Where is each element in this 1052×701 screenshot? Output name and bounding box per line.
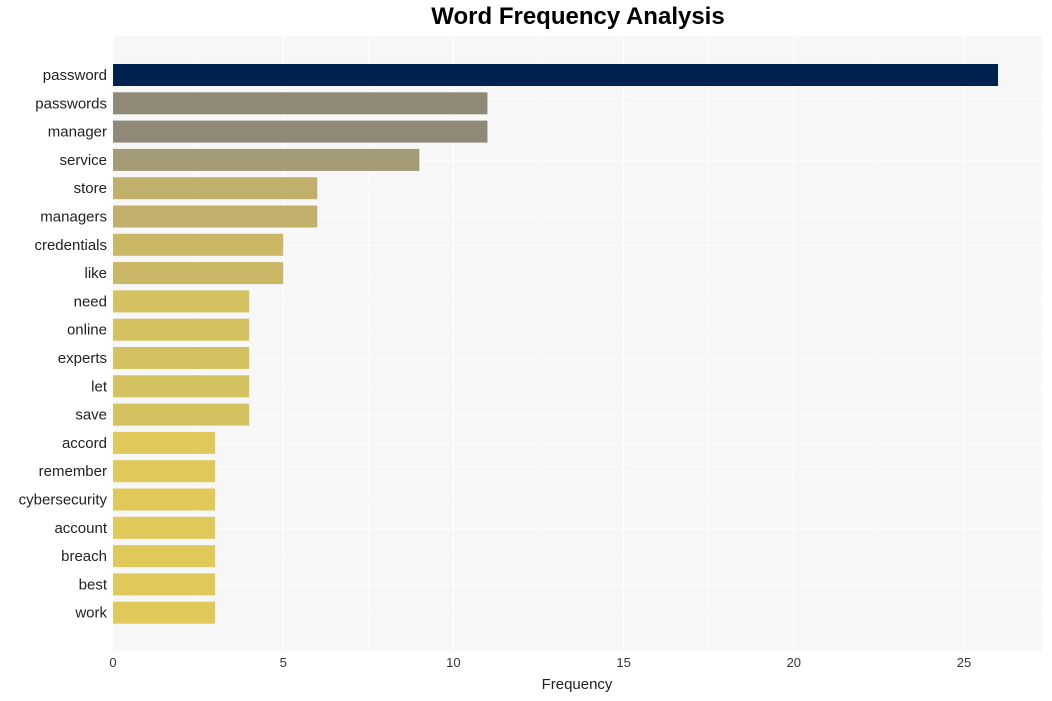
x-tick-label: 5 — [280, 655, 287, 670]
category-label: credentials — [34, 237, 107, 254]
category-label: cybersecurity — [19, 492, 108, 509]
bar-breach — [113, 545, 216, 568]
bar-store — [113, 177, 318, 200]
bar-experts — [113, 347, 250, 369]
bar-best — [113, 573, 216, 596]
bar-manager — [113, 120, 488, 143]
category-label: need — [74, 293, 107, 310]
category-label: service — [59, 152, 107, 169]
category-label: store — [74, 180, 107, 197]
x-axis-title: Frequency — [542, 676, 613, 693]
bar-online — [113, 318, 250, 341]
bar-passwords — [113, 92, 488, 115]
category-label: account — [54, 520, 107, 537]
x-tick-label: 10 — [446, 655, 460, 670]
category-label: breach — [61, 548, 107, 565]
x-tick-labels: 0 5 10 15 20 25 — [109, 655, 971, 670]
bar-work — [113, 601, 216, 624]
bar-managers — [113, 205, 318, 228]
x-tick-label: 25 — [957, 655, 971, 670]
category-label: best — [79, 576, 108, 593]
bar-account — [113, 516, 216, 539]
category-label: accord — [62, 435, 107, 452]
bar-let — [113, 375, 250, 398]
bar-cybersecurity — [113, 488, 216, 511]
category-label: password — [43, 67, 107, 84]
bar-service — [113, 148, 420, 171]
category-label: work — [74, 605, 107, 622]
x-tick-label: 15 — [616, 655, 630, 670]
bar-like — [113, 262, 284, 285]
bar-password — [113, 64, 999, 86]
category-label: manager — [48, 124, 107, 141]
category-label: save — [75, 407, 107, 424]
category-label: experts — [58, 350, 107, 367]
x-tick-label: 0 — [109, 655, 116, 670]
category-label: managers — [40, 209, 107, 226]
bar-chart: password passwords manager service store mana… — [19, 36, 1042, 693]
category-label: let — [91, 378, 108, 395]
bar-remember — [113, 460, 216, 483]
bar-accord — [113, 431, 216, 454]
category-label: remember — [39, 463, 107, 480]
category-label: like — [84, 265, 107, 282]
category-label: online — [67, 322, 107, 339]
category-label: passwords — [35, 95, 107, 112]
bar-need — [113, 290, 250, 313]
bar-save — [113, 403, 250, 426]
x-tick-label: 20 — [787, 655, 801, 670]
category-labels: password passwords manager service store mana… — [19, 67, 108, 622]
bar-credentials — [113, 233, 284, 256]
